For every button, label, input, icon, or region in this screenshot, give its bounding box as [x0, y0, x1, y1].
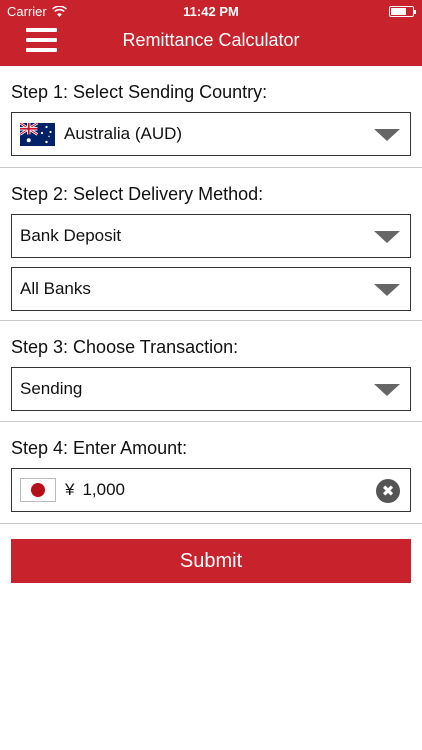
submit-button[interactable]: Submit: [11, 539, 411, 583]
section-divider: [0, 523, 422, 524]
delivery-method-value: Bank Deposit: [20, 226, 122, 245]
amount-field[interactable]: ¥ ✖: [11, 468, 411, 512]
status-bar: Carrier 11:42 PM: [0, 0, 422, 22]
step1-title: Step 1: Select Sending Country:: [11, 82, 268, 102]
battery-icon: [389, 6, 416, 17]
transaction-select[interactable]: Sending: [11, 367, 411, 411]
amount-input[interactable]: [82, 480, 343, 500]
step4-title: Step 4: Enter Amount:: [11, 438, 188, 458]
app-header: Carrier 11:42 PM Remittance Calculator: [0, 0, 422, 66]
chevron-down-icon: [374, 231, 400, 243]
chevron-down-icon: [374, 129, 400, 141]
step2-title: Step 2: Select Delivery Method:: [11, 184, 264, 204]
delivery-method-select[interactable]: Bank Deposit: [11, 214, 411, 258]
chevron-down-icon: [374, 284, 400, 296]
status-time: 11:42 PM: [183, 4, 239, 19]
step3-title: Step 3: Choose Transaction:: [11, 337, 239, 357]
battery-level: [391, 8, 406, 15]
section-divider: [0, 167, 422, 168]
navigation-bar: Remittance Calculator: [0, 22, 422, 66]
sending-country-value: Australia (AUD): [64, 124, 183, 143]
clear-circle-icon[interactable]: ✖: [376, 479, 400, 503]
section-divider: [0, 320, 422, 321]
currency-symbol: ¥: [65, 480, 75, 499]
australia-flag-icon: [20, 122, 55, 146]
chevron-down-icon: [374, 384, 400, 396]
bank-select[interactable]: All Banks: [11, 267, 411, 311]
battery-tip: [414, 10, 416, 14]
bank-value: All Banks: [20, 279, 91, 298]
transaction-value: Sending: [20, 379, 83, 398]
page-title: Remittance Calculator: [122, 30, 300, 50]
japan-flag-icon: [20, 478, 56, 502]
sending-country-select[interactable]: Australia (AUD): [11, 112, 411, 156]
section-divider: [0, 421, 422, 422]
